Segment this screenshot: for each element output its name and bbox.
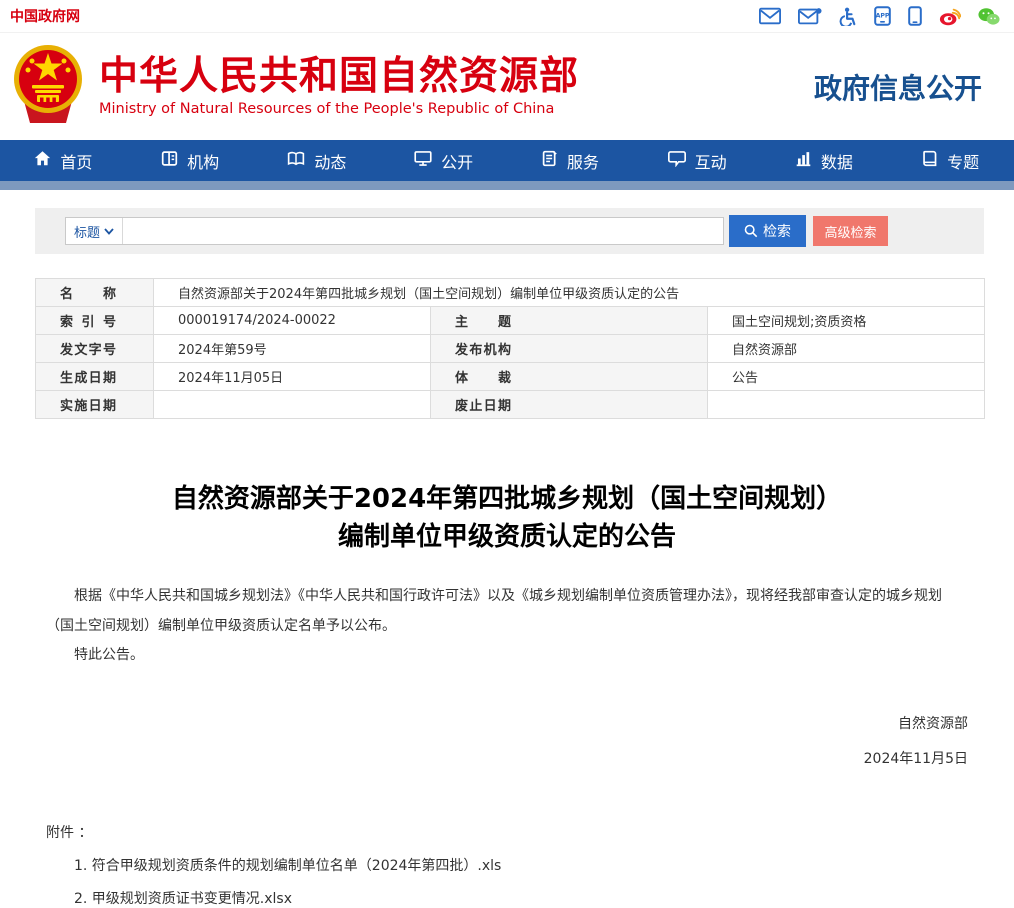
search-button[interactable]: 检索 [729, 215, 806, 247]
nav-item-disclosure[interactable]: 公开 [380, 140, 507, 181]
meta-value-index: 000019174/2024-00022 [154, 307, 431, 335]
meta-label-repeal-date: 废止日期 [431, 391, 708, 419]
search-combo: 标题 [65, 217, 724, 245]
article-body: 根据《中华人民共和国城乡规划法》《中华人民共和国行政许可法》以及《城乡规划编制单… [46, 582, 968, 670]
nav-accent-strip [0, 181, 1014, 190]
ministry-title: 中华人民共和国自然资源部 Ministry of Natural Resourc… [99, 56, 579, 118]
search-field-label: 标题 [74, 222, 100, 241]
meta-label-doc-number: 发文字号 [36, 335, 154, 363]
mobile-icon[interactable] [908, 6, 922, 26]
meta-value-publisher: 自然资源部 [708, 335, 985, 363]
nav-item-topics[interactable]: 专题 [887, 140, 1014, 181]
chevron-down-icon [104, 228, 114, 235]
nav-label: 机构 [187, 149, 219, 173]
meta-label-name: 名称 [36, 279, 154, 307]
search-button-label: 检索 [763, 221, 791, 241]
nav-label: 数据 [821, 149, 853, 173]
ministry-logo[interactable]: 中华人民共和国自然资源部 Ministry of Natural Resourc… [10, 43, 579, 131]
nav-label: 首页 [60, 149, 92, 173]
services-icon [542, 150, 558, 171]
meta-value-repeal-date [708, 391, 985, 419]
mail-icon[interactable] [759, 7, 781, 25]
attachment-link-2[interactable]: 2. 甲级规划资质证书变更情况.xlsx [74, 888, 968, 908]
meta-label-publisher: 发布机构 [431, 335, 708, 363]
ministry-name-en: Ministry of Natural Resources of the Peo… [99, 101, 579, 117]
signature-date: 2024年11月5日 [46, 748, 968, 768]
advanced-search-button[interactable]: 高级检索 [813, 216, 888, 246]
disclosure-icon [414, 150, 432, 171]
nav-item-home[interactable]: 首页 [0, 140, 127, 181]
meta-label-index: 索引号 [36, 307, 154, 335]
search-input[interactable] [123, 218, 723, 244]
svg-text:APP: APP [876, 13, 890, 20]
top-utility-bar: 中国政府网 APP [0, 0, 1014, 33]
info-disclosure-title[interactable]: 政府信息公开 [814, 67, 982, 107]
news-icon [287, 150, 305, 171]
meta-label-genre: 体裁 [431, 363, 708, 391]
attachment-link-1[interactable]: 1. 符合甲级规划资质条件的规划编制单位名单（2024年第四批）.xls [74, 855, 968, 875]
nav-label: 服务 [567, 149, 599, 173]
ministry-name-cn: 中华人民共和国自然资源部 [99, 56, 579, 99]
mail-subscribe-icon[interactable] [798, 7, 822, 25]
nav-label: 互动 [695, 149, 727, 173]
nav-item-interaction[interactable]: 互动 [634, 140, 761, 181]
topics-icon [922, 150, 938, 171]
topbar-icon-group: APP [759, 6, 1000, 26]
search-bar: 标题 检索 高级检索 [35, 208, 984, 254]
table-row: 生成日期 2024年11月05日 体裁 公告 [36, 363, 985, 391]
organization-icon [161, 150, 178, 171]
gov-portal-link[interactable]: 中国政府网 [10, 6, 80, 26]
site-header: 中华人民共和国自然资源部 Ministry of Natural Resourc… [0, 33, 1014, 140]
nav-item-organization[interactable]: 机构 [127, 140, 254, 181]
table-row: 实施日期 废止日期 [36, 391, 985, 419]
weibo-icon[interactable] [939, 7, 961, 26]
search-icon [744, 224, 758, 238]
main-nav: 首页 机构 动态 公开 服务 互动 数据 专题 [0, 140, 1014, 181]
national-emblem-icon [10, 43, 86, 131]
article-paragraph: 特此公告。 [46, 641, 968, 670]
article-title: 自然资源部关于2024年第四批城乡规划（国土空间规划）编制单位甲级资质认定的公告 [162, 481, 852, 556]
app-icon[interactable]: APP [874, 6, 891, 26]
meta-label-create-date: 生成日期 [36, 363, 154, 391]
document-meta-table: 名称 自然资源部关于2024年第四批城乡规划（国土空间规划）编制单位甲级资质认定… [35, 278, 985, 419]
meta-label-impl-date: 实施日期 [36, 391, 154, 419]
table-row: 名称 自然资源部关于2024年第四批城乡规划（国土空间规划）编制单位甲级资质认定… [36, 279, 985, 307]
nav-item-services[interactable]: 服务 [507, 140, 634, 181]
meta-value-create-date: 2024年11月05日 [154, 363, 431, 391]
meta-label-subject: 主题 [431, 307, 708, 335]
signature-block: 自然资源部 2024年11月5日 [46, 713, 968, 768]
nav-item-news[interactable]: 动态 [254, 140, 381, 181]
signature-org: 自然资源部 [46, 713, 968, 733]
attachments-label: 附件 ： [46, 822, 968, 842]
meta-value-doc-number: 2024年第59号 [154, 335, 431, 363]
table-row: 索引号 000019174/2024-00022 主题 国土空间规划;资质资格 [36, 307, 985, 335]
search-field-select[interactable]: 标题 [66, 218, 123, 244]
table-row: 发文字号 2024年第59号 发布机构 自然资源部 [36, 335, 985, 363]
meta-value-genre: 公告 [708, 363, 985, 391]
nav-label: 专题 [947, 149, 979, 173]
meta-value-name: 自然资源部关于2024年第四批城乡规划（国土空间规划）编制单位甲级资质认定的公告 [154, 279, 985, 307]
wechat-icon[interactable] [978, 7, 1000, 26]
accessibility-icon[interactable] [839, 7, 857, 26]
meta-value-subject: 国土空间规划;资质资格 [708, 307, 985, 335]
attachments-section: 附件 ： 1. 符合甲级规划资质条件的规划编制单位名单（2024年第四批）.xl… [46, 822, 968, 908]
interaction-icon [668, 150, 686, 171]
nav-item-data[interactable]: 数据 [761, 140, 888, 181]
nav-label: 动态 [314, 149, 346, 173]
meta-value-impl-date [154, 391, 431, 419]
nav-label: 公开 [441, 149, 473, 173]
data-icon [795, 150, 812, 171]
home-icon [34, 150, 51, 171]
article-paragraph: 根据《中华人民共和国城乡规划法》《中华人民共和国行政许可法》以及《城乡规划编制单… [46, 582, 968, 641]
